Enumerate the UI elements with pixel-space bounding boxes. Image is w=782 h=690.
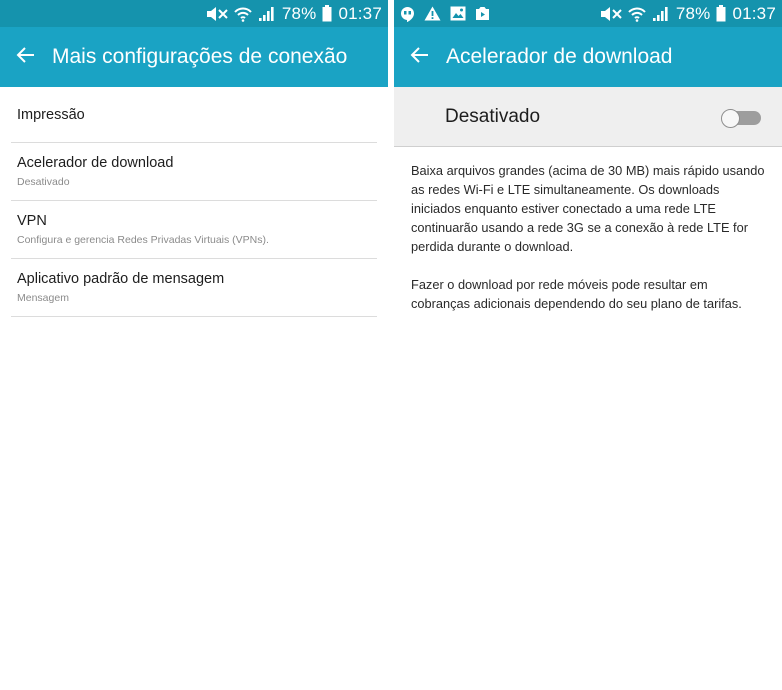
battery-percentage: 78% (675, 3, 711, 23)
battery-percentage: 78% (281, 3, 317, 23)
notification-icons (400, 6, 490, 22)
list-item-print[interactable]: Impressão (11, 87, 377, 143)
back-button[interactable] (0, 27, 52, 87)
list-item-default-messaging-app[interactable]: Aplicativo padrão de mensagem Mensagem (11, 259, 377, 317)
mute-icon (206, 6, 228, 22)
clock: 01:37 (338, 3, 382, 23)
download-booster-toggle[interactable] (721, 109, 761, 128)
settings-list: Impressão Acelerador de download Desativ… (0, 87, 388, 317)
arrow-left-icon (410, 45, 430, 70)
list-item-vpn[interactable]: VPN Configura e gerencia Redes Privadas … (11, 201, 377, 259)
list-item-label: Acelerador de download (17, 155, 174, 171)
app-bar: Mais configurações de conexão (0, 27, 388, 87)
gallery-icon (450, 6, 466, 21)
status-bar: 78% 01:37 (394, 0, 782, 27)
list-item-summary: Desativado (17, 176, 70, 188)
wifi-icon (628, 6, 646, 22)
description: Baixa arquivos grandes (acima de 30 MB) … (394, 147, 782, 313)
connection-settings-screen: 78% 01:37 Mais configurações de conexão … (0, 0, 388, 690)
battery-icon (322, 5, 332, 22)
download-booster-screen: 78% 01:37 Acelerador de download Desativ… (394, 0, 782, 690)
hangouts-icon (400, 6, 415, 22)
page-title: Mais configurações de conexão (52, 45, 348, 68)
description-paragraph: Baixa arquivos grandes (acima de 30 MB) … (411, 163, 765, 254)
clock: 01:37 (732, 3, 776, 23)
warning-icon (424, 6, 441, 21)
back-button[interactable] (394, 27, 446, 87)
list-item-label: VPN (17, 213, 47, 229)
signal-icon (258, 6, 276, 22)
app-bar: Acelerador de download (394, 27, 782, 87)
video-icon (475, 6, 490, 21)
description-paragraph: Fazer o download por rede móveis pode re… (411, 277, 742, 311)
list-item-summary: Mensagem (17, 292, 69, 304)
wifi-icon (234, 6, 252, 22)
status-icons: 78% 01:37 (206, 0, 382, 27)
list-item-summary: Configura e gerencia Redes Privadas Virt… (17, 234, 269, 246)
arrow-left-icon (16, 45, 36, 70)
switch-state-label: Desativado (445, 105, 541, 127)
list-item-label: Aplicativo padrão de mensagem (17, 271, 225, 287)
toggle-thumb (721, 109, 740, 128)
list-item-download-booster[interactable]: Acelerador de download Desativado (11, 143, 377, 201)
mute-icon (600, 6, 622, 22)
battery-icon (716, 5, 726, 22)
status-icons: 78% 01:37 (600, 0, 776, 27)
signal-icon (652, 6, 670, 22)
master-switch-bar[interactable]: Desativado (394, 87, 782, 147)
status-bar: 78% 01:37 (0, 0, 388, 27)
list-item-label: Impressão (17, 106, 85, 123)
page-title: Acelerador de download (446, 45, 673, 68)
